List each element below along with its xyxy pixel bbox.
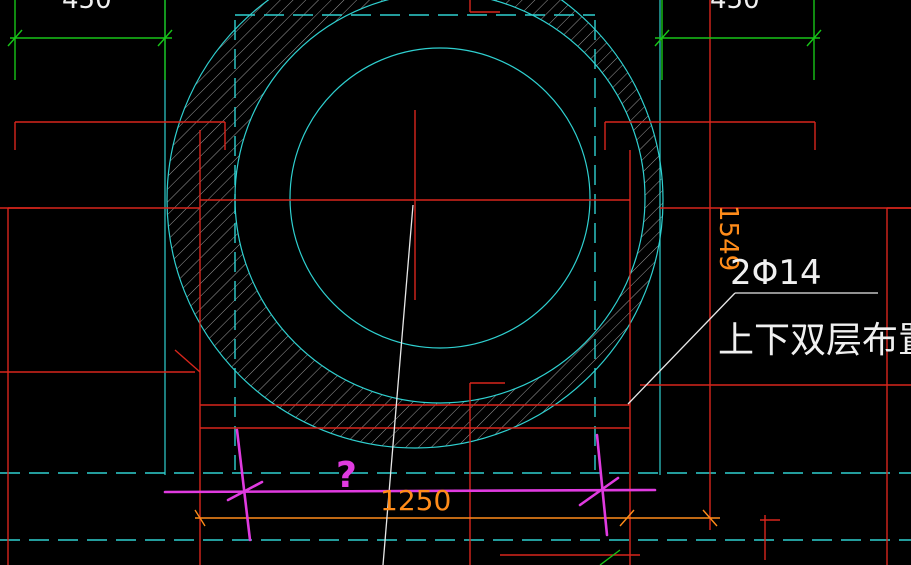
dimension-top-right: 450 bbox=[710, 0, 760, 15]
question-mark: ? bbox=[336, 455, 357, 496]
dimension-top-left: 450 bbox=[62, 0, 112, 15]
cad-drawing: 450 450 1250 1549 2Φ14 上下双层布置 ? bbox=[0, 0, 911, 565]
cad-drawing-canvas: 450 450 1250 1549 2Φ14 上下双层布置 ? bbox=[0, 0, 911, 565]
dimension-bottom: 1250 bbox=[380, 484, 451, 517]
rebar-spec-label: 2Φ14 bbox=[730, 253, 822, 293]
layer-note-label: 上下双层布置 bbox=[718, 320, 911, 361]
